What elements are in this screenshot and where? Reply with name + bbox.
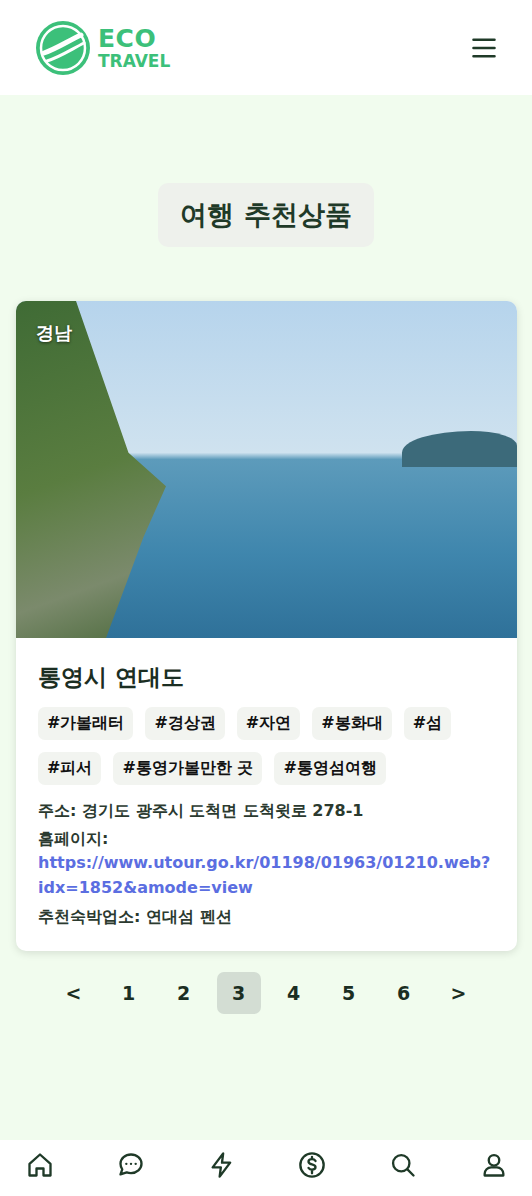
tag-list: #가볼래터 #경상권 #자연 #봉화대 #섬 #피서 #통영가볼만한 곳 #통영섬여행 bbox=[38, 707, 495, 785]
card-title: 통영시 연대도 bbox=[38, 662, 495, 693]
globe-logo-icon bbox=[34, 19, 92, 77]
tag[interactable]: #자연 bbox=[237, 707, 300, 740]
logo-line: TRAVEL bbox=[98, 53, 170, 70]
lightning-icon[interactable] bbox=[208, 1151, 236, 1179]
menu-icon[interactable] bbox=[470, 34, 498, 62]
prev-page-button[interactable]: < bbox=[52, 972, 96, 1014]
homepage-label: 홈페이지: bbox=[38, 827, 495, 851]
address: 주소: 경기도 광주시 도척면 도척윗로 278-1 bbox=[38, 799, 495, 823]
lodging: 추천숙박업소: 연대섬 펜션 bbox=[38, 905, 495, 929]
user-icon[interactable] bbox=[480, 1151, 508, 1179]
next-page-button[interactable]: > bbox=[437, 972, 481, 1014]
region-label: 경남 bbox=[36, 321, 72, 345]
home-icon[interactable] bbox=[26, 1151, 54, 1179]
tag[interactable]: #섬 bbox=[404, 707, 451, 740]
logo[interactable]: ECO TRAVEL bbox=[34, 19, 170, 77]
page-button[interactable]: 5 bbox=[327, 972, 371, 1014]
app-header: ECO TRAVEL bbox=[0, 0, 532, 95]
homepage-link[interactable]: https://www.utour.go.kr/01198/01963/0121… bbox=[38, 851, 495, 901]
page-button[interactable]: 4 bbox=[272, 972, 316, 1014]
card-body: 통영시 연대도 #가볼래터 #경상권 #자연 #봉화대 #섬 #피서 #통영가볼만한 곳 #통영… bbox=[16, 638, 517, 951]
logo-text: ECO TRAVEL bbox=[98, 26, 170, 70]
bottom-nav bbox=[0, 1140, 532, 1196]
search-icon[interactable] bbox=[389, 1151, 417, 1179]
logo-line: ECO bbox=[98, 26, 170, 51]
tag[interactable]: #가볼래터 bbox=[38, 707, 133, 740]
dollar-icon[interactable] bbox=[298, 1151, 326, 1179]
tag[interactable]: #경상권 bbox=[145, 707, 224, 740]
page-button[interactable]: 3 bbox=[217, 972, 261, 1014]
product-card[interactable]: 경남통영시 연대도#가볼래터#경상권#자연#봉화대#섬#피서#통영가볼만한 곳#… bbox=[16, 301, 517, 951]
photo-island bbox=[402, 431, 517, 467]
tag[interactable]: #통영섬여행 bbox=[274, 752, 385, 785]
page-button[interactable]: 2 bbox=[162, 972, 206, 1014]
product-photo: 경남 bbox=[16, 301, 517, 638]
main-content: 여행 추천상품경남통영시 연대도 #가볼래터 #경상권 #자연 #봉화대 #섬 #피서 #통영… bbox=[0, 95, 532, 1140]
page-button[interactable]: 1 bbox=[107, 972, 151, 1014]
page-button[interactable]: 6 bbox=[382, 972, 426, 1014]
page-title: 여행 추천상품 bbox=[158, 183, 373, 247]
pagination: <123456 > bbox=[52, 972, 481, 1014]
tag[interactable]: #봉화대 bbox=[312, 707, 391, 740]
chat-icon[interactable] bbox=[117, 1151, 145, 1179]
photo-cliff bbox=[16, 301, 166, 638]
tag[interactable]: #피서 bbox=[38, 752, 101, 785]
tag[interactable]: #통영가볼만한 곳 bbox=[113, 752, 262, 785]
